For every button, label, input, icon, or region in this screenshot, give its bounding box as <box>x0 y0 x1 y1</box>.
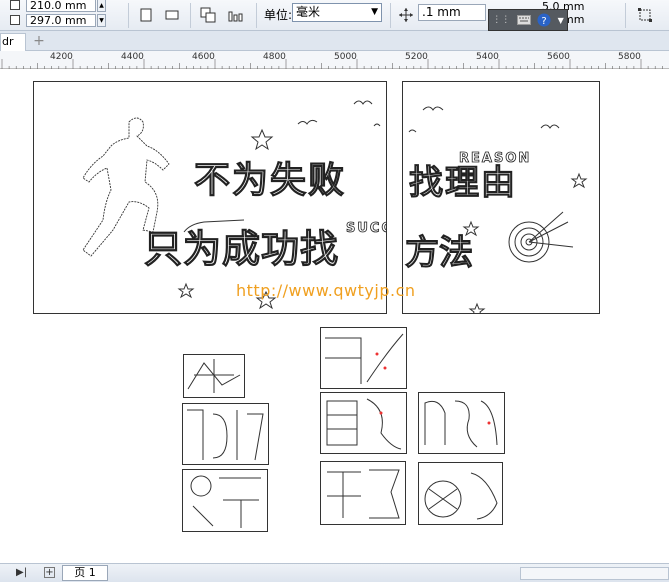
height-icon <box>10 15 20 25</box>
star-icon <box>468 302 486 313</box>
nudge-input[interactable]: .1 mm <box>418 4 486 21</box>
bird-icon <box>422 106 444 111</box>
bird-icon <box>408 129 417 133</box>
headline-line2: 只为成功找 <box>144 227 339 271</box>
add-page-button[interactable]: + <box>44 567 55 578</box>
floating-toolbar: ⋮⋮ ? ▼ <box>488 9 568 31</box>
cut-piece[interactable] <box>320 461 406 525</box>
cut-piece-art <box>325 333 404 384</box>
ruler-label: 4200 <box>50 52 73 62</box>
ruler-label: 5200 <box>405 52 428 62</box>
ruler-label: 5800 <box>618 52 641 62</box>
page-tab[interactable]: 页 1 <box>62 565 108 581</box>
headline-line1: 不为失败 <box>194 160 346 201</box>
height-field-row: 297.0 mm ▼ <box>0 13 106 27</box>
watermark: http://www.qwtyjp.cn <box>236 281 416 300</box>
ruler-label: 5000 <box>334 52 357 62</box>
success-text: SUCCESS <box>346 221 386 236</box>
cut-piece[interactable] <box>320 327 407 389</box>
star-icon <box>570 172 588 189</box>
ruler-label: 4600 <box>192 52 215 62</box>
toolbar-separator <box>390 3 391 28</box>
cut-piece-art <box>326 398 402 450</box>
all-pages-button[interactable] <box>197 4 219 26</box>
property-bar: 210.0 mm ▲ 297.0 mm ▼ 单位: 毫米 ▼ .1 mm 5.0… <box>0 0 669 31</box>
headline-line2-right: 方法 <box>405 233 473 273</box>
height-input[interactable]: 297.0 mm <box>26 13 96 27</box>
ruler-label: 5600 <box>547 52 570 62</box>
portrait-icon <box>140 8 152 22</box>
keyboard-icon[interactable] <box>516 15 531 25</box>
horizontal-ruler[interactable]: 4200 4400 4600 4800 5000 5200 5400 5600 … <box>0 51 669 69</box>
current-page-button[interactable] <box>225 4 247 26</box>
document-tab[interactable]: dr <box>0 33 26 51</box>
nudge-icon <box>399 8 413 22</box>
width-spinner[interactable]: ▲ <box>97 0 106 12</box>
cut-piece[interactable] <box>183 354 245 398</box>
height-spinner[interactable]: ▼ <box>97 13 106 27</box>
design-page-left[interactable]: 不为失败 只为成功找 SUCCESS <box>33 81 387 314</box>
svg-text:?: ? <box>541 16 546 27</box>
bird-icon <box>373 123 381 127</box>
last-page-button[interactable]: ▶| <box>16 567 27 578</box>
target-icon <box>508 211 574 263</box>
page-frame-icon <box>638 8 652 22</box>
page-navigator: ▶| + 页 1 <box>0 563 669 582</box>
width-field-row: 210.0 mm ▲ <box>0 0 106 12</box>
unit-label: 单位: <box>264 8 293 22</box>
cut-piece-art <box>187 359 241 393</box>
help-icon[interactable]: ? <box>537 13 551 27</box>
star-icon <box>177 282 195 299</box>
cut-piece-art <box>190 475 261 528</box>
toolbar-separator <box>190 3 191 28</box>
bird-icon <box>297 119 318 125</box>
bird-icon <box>540 124 560 129</box>
ruler-label: 4800 <box>263 52 286 62</box>
unit-select[interactable]: 毫米 ▼ <box>292 3 382 22</box>
design-artwork-left: 不为失败 只为成功找 SUCCESS <box>82 100 386 310</box>
toolbar-separator <box>625 3 626 28</box>
toolbar-menu-icon[interactable]: ▼ <box>558 16 564 25</box>
document-tabs: dr + <box>0 31 669 51</box>
width-input[interactable]: 210.0 mm <box>26 0 96 12</box>
horizontal-scrollbar[interactable] <box>520 567 669 580</box>
page-frame-button[interactable] <box>634 4 656 26</box>
grip-icon[interactable]: ⋮⋮ <box>492 15 510 25</box>
add-tab-button[interactable]: + <box>30 33 48 49</box>
headline-line1-right: 找理由 <box>409 163 517 203</box>
width-icon <box>10 0 20 10</box>
bird-icon <box>353 100 373 105</box>
cut-piece[interactable] <box>418 392 505 454</box>
drawing-canvas[interactable]: 不为失败 只为成功找 SUCCESS REASON 找理由 方法 <box>0 69 669 563</box>
landscape-button[interactable] <box>161 4 183 26</box>
toolbar-separator <box>128 3 129 28</box>
star-icon <box>250 128 274 151</box>
toolbar-separator <box>256 3 257 28</box>
page-size-icon <box>228 11 243 22</box>
design-page-right[interactable]: REASON 找理由 方法 <box>402 81 600 314</box>
landscape-icon <box>165 10 179 20</box>
chevron-down-icon: ▼ <box>371 7 378 17</box>
unit-value: 毫米 <box>296 5 321 19</box>
nudge-button <box>395 4 417 26</box>
cut-piece-art <box>327 469 400 519</box>
ruler-label: 4400 <box>121 52 144 62</box>
cut-piece-art <box>424 400 498 448</box>
cut-piece-art <box>187 409 264 461</box>
design-artwork-right: REASON 找理由 方法 <box>405 106 588 313</box>
cut-piece[interactable] <box>182 403 269 465</box>
cut-piece[interactable] <box>418 462 503 525</box>
cut-piece[interactable] <box>182 469 268 532</box>
pages-icon <box>200 7 216 23</box>
portrait-button[interactable] <box>135 4 157 26</box>
cut-piece-art <box>424 472 498 520</box>
cut-piece[interactable] <box>320 392 407 454</box>
ruler-label: 5400 <box>476 52 499 62</box>
